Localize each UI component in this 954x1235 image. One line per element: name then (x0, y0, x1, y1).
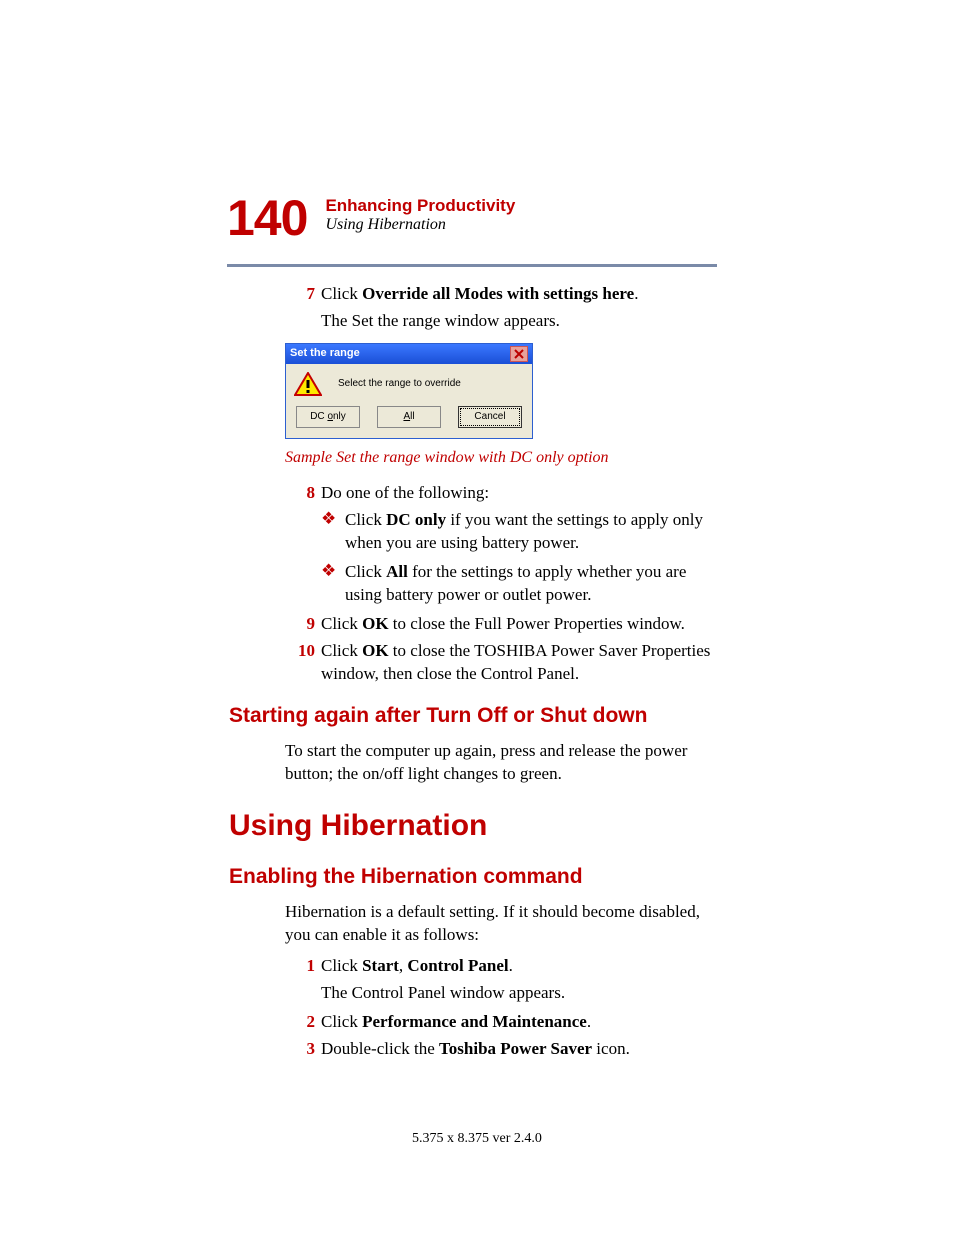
close-icon[interactable] (510, 346, 528, 362)
dialog-message: Select the range to override (338, 377, 461, 391)
dialog-title: Set the range (290, 346, 360, 361)
step-number: 10 (285, 640, 321, 686)
step-text: Click Start, Control Panel. (321, 955, 717, 978)
cancel-button[interactable]: Cancel (458, 406, 522, 428)
paragraph: Hibernation is a default setting. If it … (285, 901, 717, 947)
chapter-subtitle: Using Hibernation (325, 216, 515, 234)
bullet-2: ❖ Click All for the settings to apply wh… (321, 561, 717, 607)
heading-starting-again: Starting again after Turn Off or Shut do… (229, 702, 719, 730)
heading-enabling-hibernation: Enabling the Hibernation command (229, 863, 719, 891)
dialog-set-the-range: Set the range Select the range to overri… (285, 343, 533, 439)
dialog-buttons: DC only All Cancel (294, 406, 524, 428)
step-7-follow: The Set the range window appears. (321, 310, 717, 333)
bullet-icon: ❖ (321, 509, 345, 555)
dialog-body: Select the range to override DC only All… (286, 364, 532, 438)
step-10: 10 Click OK to close the TOSHIBA Power S… (285, 640, 717, 686)
header-rule (227, 264, 717, 267)
step-7: 7 Click Override all Modes with settings… (285, 283, 717, 306)
warning-icon (294, 372, 322, 396)
chapter-title: Enhancing Productivity (325, 196, 515, 216)
step-number: 1 (285, 955, 321, 978)
dialog-titlebar: Set the range (286, 344, 532, 364)
header-text: Enhancing Productivity Using Hibernation (325, 193, 515, 234)
step-text: Double-click the Toshiba Power Saver ico… (321, 1038, 717, 1061)
step-8: 8 Do one of the following: (285, 482, 717, 505)
step-number: 2 (285, 1011, 321, 1034)
footer: 5.375 x 8.375 ver 2.4.0 (0, 1131, 954, 1147)
step-number: 3 (285, 1038, 321, 1061)
step-text: Click OK to close the TOSHIBA Power Save… (321, 640, 717, 686)
dc-only-button[interactable]: DC only (296, 406, 360, 428)
step-number: 7 (285, 283, 321, 306)
page-number: 140 (227, 193, 307, 243)
step-text: Do one of the following: (321, 482, 717, 505)
step-1: 1 Click Start, Control Panel. (285, 955, 717, 978)
step-9: 9 Click OK to close the Full Power Prope… (285, 613, 717, 636)
body-content: 7 Click Override all Modes with settings… (285, 283, 717, 1065)
step-number: 9 (285, 613, 321, 636)
page: 140 Enhancing Productivity Using Hiberna… (0, 0, 954, 1235)
bullet-icon: ❖ (321, 561, 345, 607)
step-2: 2 Click Performance and Maintenance. (285, 1011, 717, 1034)
step-3: 3 Double-click the Toshiba Power Saver i… (285, 1038, 717, 1061)
step-1-follow: The Control Panel window appears. (321, 982, 717, 1005)
heading-using-hibernation: Using Hibernation (229, 806, 719, 847)
step-text: Click Performance and Maintenance. (321, 1011, 717, 1034)
all-button[interactable]: All (377, 406, 441, 428)
bullet-1: ❖ Click DC only if you want the settings… (321, 509, 717, 555)
paragraph: To start the computer up again, press an… (285, 740, 717, 786)
step-text: Click Override all Modes with settings h… (321, 283, 717, 306)
step-number: 8 (285, 482, 321, 505)
figure-caption: Sample Set the range window with DC only… (285, 447, 717, 469)
bullet-text: Click All for the settings to apply whet… (345, 561, 717, 607)
dialog-message-row: Select the range to override (294, 372, 524, 396)
running-header: 140 Enhancing Productivity Using Hiberna… (227, 193, 515, 243)
step-text: Click OK to close the Full Power Propert… (321, 613, 717, 636)
bullet-text: Click DC only if you want the settings t… (345, 509, 717, 555)
